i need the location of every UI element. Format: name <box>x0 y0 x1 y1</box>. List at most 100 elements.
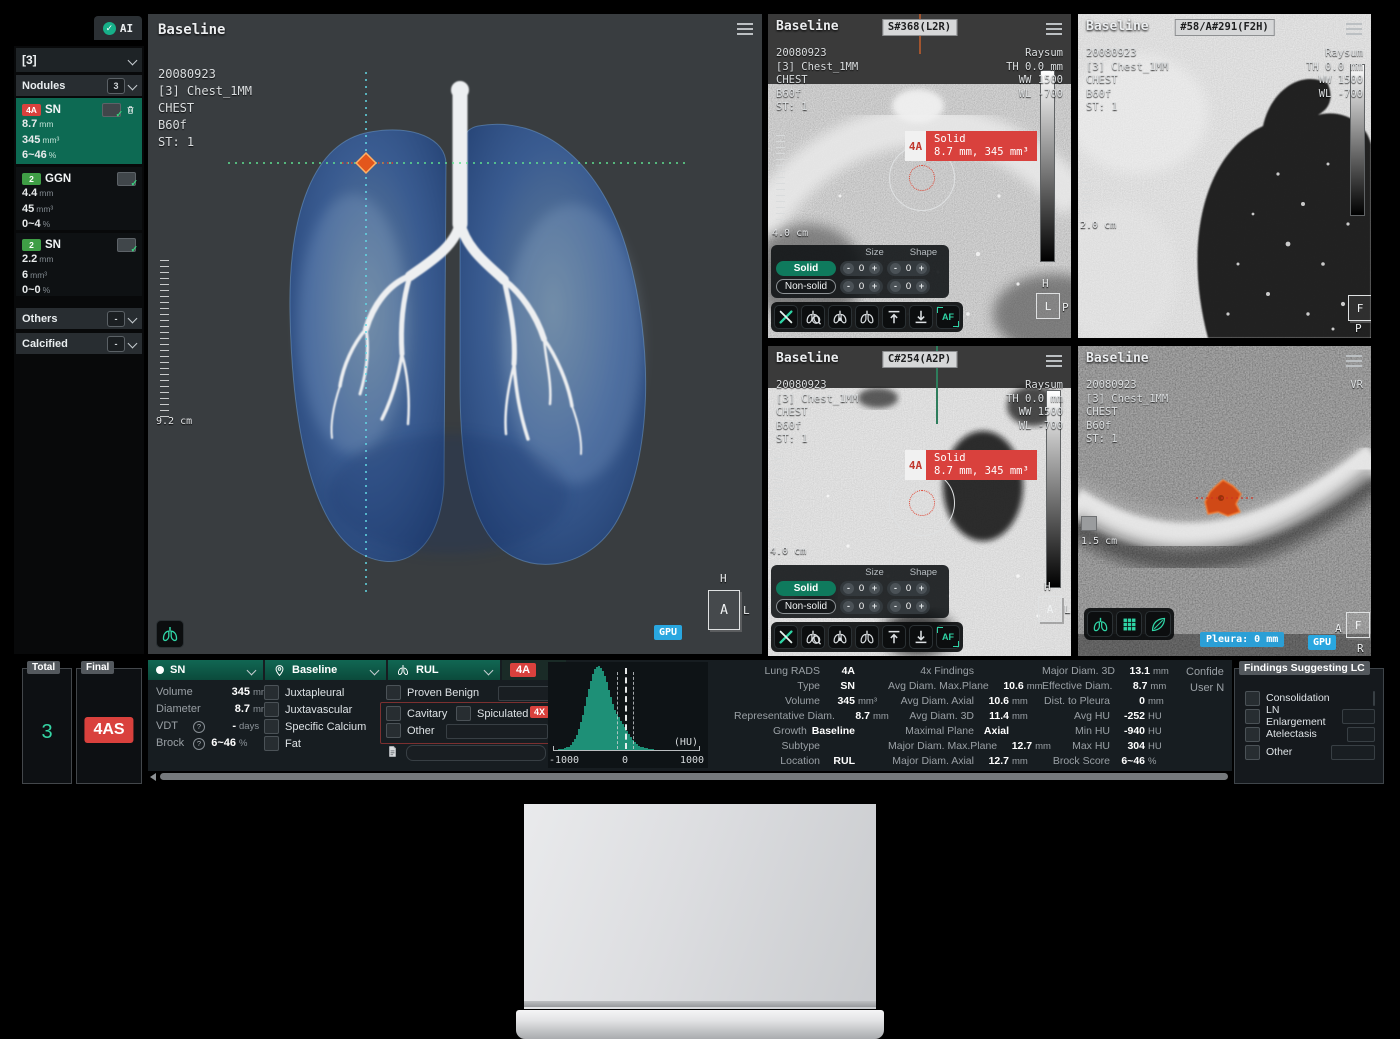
stat-row: Major Diam. 3D13.1mm <box>1042 665 1174 680</box>
finding-checkbox-row[interactable]: Atelectasis <box>1245 727 1375 741</box>
lung-refine-icon[interactable] <box>828 305 852 329</box>
grow-up-icon[interactable] <box>882 305 906 329</box>
vdt-field: VDT? -days <box>156 720 259 735</box>
finding-input[interactable] <box>1347 727 1375 742</box>
panel-menu-icon[interactable] <box>737 23 753 35</box>
lungs-icon[interactable] <box>1087 611 1113 637</box>
checkbox[interactable] <box>1245 709 1260 724</box>
ai-toggle-button[interactable]: ✓ AI <box>94 16 142 40</box>
finding-input[interactable] <box>1342 709 1375 724</box>
finding-input[interactable] <box>1373 691 1375 706</box>
chevron-down-icon <box>128 339 138 349</box>
nodules-section-header[interactable]: Nodules 3 <box>16 75 142 96</box>
orientation-cube[interactable]: F <box>1348 295 1371 321</box>
nodule-annotation[interactable]: 4A Solid8.7 mm, 345 mm³ <box>905 131 1037 161</box>
stats-column-2: 4x FindingsAvg Diam. Max.Plane10.6mmAvg … <box>888 665 1038 770</box>
grid-icon[interactable] <box>1116 611 1142 637</box>
autofocus-icon[interactable]: AF <box>936 305 960 329</box>
checkbox[interactable] <box>1245 745 1260 760</box>
other-flag-input[interactable] <box>446 724 548 739</box>
edit-tools-icon[interactable] <box>774 305 798 329</box>
finding-checkbox-row[interactable]: Consolidation <box>1245 691 1375 705</box>
stat-row: Min HU-940HU <box>1042 725 1174 740</box>
cavitary-checkbox[interactable]: Cavitary <box>386 705 447 722</box>
lung-segment-icon[interactable] <box>855 305 879 329</box>
finding-input[interactable] <box>1331 745 1375 760</box>
attribute-checkbox[interactable]: Specific Calcium <box>264 718 366 735</box>
nodule-card-1[interactable]: 4A SN 8.7mm 345mm³ 6~46% <box>16 98 142 164</box>
nodule-card-3[interactable]: 2 SN 2.2mm 6mm³ 0~0% <box>16 233 142 296</box>
horizontal-scrollbar[interactable] <box>160 773 1228 780</box>
size-stepper[interactable]: -0+ <box>840 599 883 614</box>
orientation-cube[interactable]: A <box>708 590 740 630</box>
series-info: 20080923[3] Chest_1MMCHEST B60fST: 1 <box>1086 47 1168 115</box>
others-section-header[interactable]: Others - <box>16 308 142 329</box>
edit-tools-icon[interactable] <box>774 625 798 649</box>
nodule-annotation[interactable]: 4A Solid8.7 mm, 345 mm³ <box>905 450 1037 480</box>
lung-search-icon[interactable] <box>801 305 825 329</box>
viewport-zoom-axial[interactable]: Baseline #58/A#291(F2H) 20080923[3] Ches… <box>1078 14 1371 338</box>
orientation-cube[interactable]: A <box>1038 596 1062 622</box>
autofocus-icon[interactable]: AF <box>936 625 960 649</box>
panel-menu-icon[interactable] <box>1046 355 1062 367</box>
solid-button[interactable]: Solid <box>776 581 836 596</box>
size-stepper[interactable]: -0+ <box>840 261 883 276</box>
viewport-coronal[interactable]: Baseline C#254(A2P) 20080923[3] Chest_1M… <box>768 346 1071 656</box>
location-dropdown[interactable]: RUL <box>388 660 500 680</box>
size-stepper[interactable]: -0+ <box>840 581 883 596</box>
checkbox[interactable] <box>1245 727 1260 742</box>
lung-search-icon[interactable] <box>801 625 825 649</box>
panel-menu-icon[interactable] <box>1346 23 1362 35</box>
panel-menu-icon[interactable] <box>1046 23 1062 35</box>
other-flag-checkbox[interactable]: Other <box>386 722 435 739</box>
shape-stepper[interactable]: -0+ <box>887 261 930 276</box>
lung-view-button[interactable] <box>156 620 184 648</box>
nonsolid-button[interactable]: Non-solid <box>776 599 836 614</box>
render-info: RaysumTH 0.0 mmWW 1500WL -700 <box>1306 47 1363 101</box>
help-icon[interactable]: ? <box>193 738 205 750</box>
proven-benign-checkbox[interactable]: Proven Benign <box>386 684 479 701</box>
attribute-checkbox[interactable]: Juxtavascular <box>264 701 366 718</box>
nodule-count-badge: 3 <box>107 78 125 94</box>
spiculated-checkbox[interactable]: Spiculated <box>456 705 528 722</box>
viewport-vr[interactable]: Baseline 20080923[3] Chest_1MMCHEST B60f… <box>1078 346 1371 656</box>
finding-checkbox-row[interactable]: LN Enlargement <box>1245 709 1375 723</box>
calcified-section-header[interactable]: Calcified - <box>16 333 142 354</box>
attribute-checkbox[interactable]: Fat <box>264 735 366 752</box>
shape-stepper[interactable]: -0+ <box>887 581 930 596</box>
timepoint-title: Baseline <box>1086 351 1149 366</box>
viewport-3d[interactable]: Baseline 20080923[3] Chest_1MMCHEST B60f… <box>148 14 762 654</box>
type-dropdown[interactable]: SN <box>148 660 263 680</box>
final-label: Final <box>81 661 114 674</box>
help-icon[interactable]: ? <box>193 721 205 733</box>
checkbox[interactable] <box>1245 691 1260 706</box>
scale-ruler <box>1082 182 1091 214</box>
attribute-checkbox[interactable]: Juxtapleural <box>264 684 366 701</box>
nodule-card-2[interactable]: 2 GGN 4.4mm 45mm³ 0~4% <box>16 167 142 230</box>
finding-checkbox-row[interactable]: Other <box>1245 745 1375 759</box>
lung-segment-icon[interactable] <box>855 625 879 649</box>
solid-button[interactable]: Solid <box>776 261 836 276</box>
scroll-left-arrow[interactable] <box>150 773 156 781</box>
grow-up-icon[interactable] <box>882 625 906 649</box>
airway-leaf-icon[interactable] <box>1145 611 1171 637</box>
grow-down-icon[interactable] <box>909 305 933 329</box>
timepoint-dropdown[interactable]: Baseline <box>265 660 386 680</box>
viewport-sagittal[interactable]: Baseline S#368(L2R) 20080923[3] Chest_1M… <box>768 14 1071 338</box>
grow-down-icon[interactable] <box>909 625 933 649</box>
lung-refine-icon[interactable] <box>828 625 852 649</box>
size-stepper[interactable]: -0+ <box>840 279 883 294</box>
nonsolid-button[interactable]: Non-solid <box>776 279 836 294</box>
shape-stepper[interactable]: -0+ <box>887 279 930 294</box>
panel-menu-icon[interactable] <box>1346 355 1362 367</box>
delete-nodule-icon[interactable] <box>125 104 136 116</box>
orientation-cube[interactable]: F <box>1346 612 1370 638</box>
segmentation-toolbar: AF <box>771 622 963 652</box>
shape-stepper[interactable]: -0+ <box>887 599 930 614</box>
note-input[interactable] <box>406 745 546 761</box>
size-shape-panel: SizeShape Solid -0+ -0+ Non-solid -0+ -0… <box>771 245 949 298</box>
series-selector[interactable]: [3] <box>16 48 142 72</box>
orientation-cube[interactable]: L <box>1036 293 1060 319</box>
monitor-stand-base <box>516 1010 884 1039</box>
note-icon[interactable] <box>386 744 399 759</box>
